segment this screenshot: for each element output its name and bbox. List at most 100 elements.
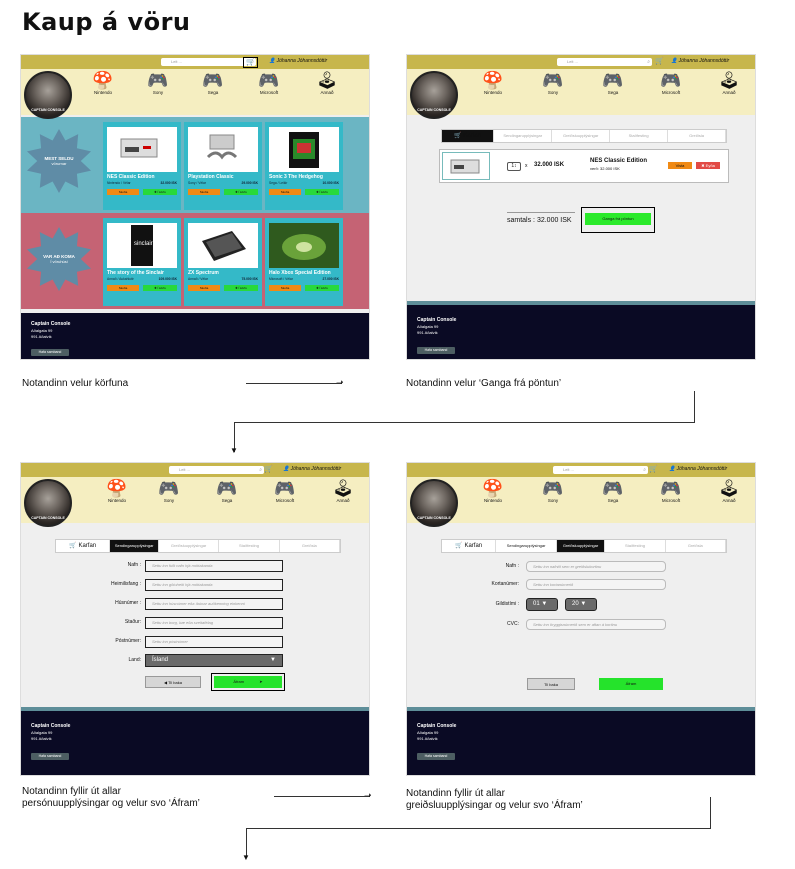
cardholder-name-field[interactable]: Settu inn nafnið sem er greiðslukortinu	[526, 561, 666, 572]
nav-annad[interactable]: 🕹 Annað	[707, 479, 751, 503]
product-card[interactable]: ZX Spectrum Annað / Vélar 75.000 ISK Sko…	[184, 218, 262, 306]
step-cart[interactable]: 🛒 Karfan	[442, 540, 497, 552]
user-menu[interactable]: 👤 Jóhanna Jóhannsdóttir	[283, 465, 341, 474]
add-to-cart-button[interactable]: ✚ Í körfu	[224, 285, 258, 291]
nav-microsoft[interactable]: 🎮 Microsoft	[247, 71, 291, 95]
add-to-cart-button[interactable]: ✚ Í körfu	[224, 189, 258, 195]
product-card[interactable]: Sonic 3 The Hedgehog Sega / Leikir 10.00…	[265, 122, 343, 210]
nav-label: Sony	[547, 90, 559, 95]
view-button[interactable]: Skoða	[107, 285, 139, 291]
product-card[interactable]: Halo Xbox Special Edition Microsoft / Vé…	[265, 218, 343, 306]
user-menu[interactable]: 👤 Jóhanna Jóhannsdóttir	[669, 465, 727, 474]
add-to-cart-button[interactable]: ✚ Í körfu	[143, 189, 177, 195]
nav-annad[interactable]: 🕹 Annað	[707, 71, 751, 95]
logo[interactable]: CAPTAIN CONSOLE	[24, 479, 72, 527]
step-pay[interactable]: Greiðsla	[668, 130, 726, 142]
step-confirm[interactable]: Staðfesting	[219, 540, 280, 552]
card-number-field[interactable]: Settu inn kortanúmerið	[526, 579, 666, 590]
step-cart[interactable]: 🛒 Karfan	[56, 540, 111, 552]
expiry-year-select[interactable]: 20 ▼	[565, 598, 597, 611]
step-confirm[interactable]: Staðfesting	[610, 130, 669, 142]
cart-button[interactable]: 🛒	[264, 465, 273, 474]
next-button[interactable]: Áfram ➤	[214, 676, 282, 688]
nav-microsoft[interactable]: 🎮 Microsoft	[263, 479, 307, 503]
step-confirm[interactable]: Staðfesting	[605, 540, 666, 552]
view-button[interactable]: Skoða	[269, 285, 301, 291]
nav-microsoft[interactable]: 🎮 Microsoft	[649, 71, 693, 95]
logo[interactable]: CAPTAIN CONSOLE	[410, 71, 458, 119]
nav-nintendo[interactable]: 🍄 Nintendo	[471, 71, 515, 95]
expiry-month-select[interactable]: 01 ▼	[526, 598, 558, 611]
step-payment[interactable]: Greiðsluupplýsingar	[552, 130, 611, 142]
add-to-cart-button[interactable]: ✚ Í körfu	[143, 285, 177, 291]
step-shipping[interactable]: Sendingarupplýsingar	[496, 540, 557, 552]
cart-button[interactable]: 🛒	[649, 465, 658, 474]
step-payment[interactable]: Greiðsluupplýsingar	[159, 540, 220, 552]
nav-sega[interactable]: 🎮 Sega	[205, 479, 249, 503]
step-pay[interactable]: Greiðsla	[666, 540, 726, 552]
contact-button[interactable]: Hafa samband	[31, 753, 69, 760]
search-input[interactable]: Leit ... ⌕	[557, 58, 652, 66]
nav-sony[interactable]: 🎮 Sony	[136, 71, 180, 95]
user-menu[interactable]: 👤 Jóhanna Jóhannsdóttir	[269, 57, 327, 66]
country-select[interactable]: Ísland ▼	[145, 654, 283, 667]
back-button[interactable]: ◀ Til baka	[145, 676, 201, 688]
step-cart[interactable]: 🛒 Karfan	[442, 130, 495, 142]
search-input[interactable]: Leit ... ⌕	[161, 58, 256, 66]
contact-button[interactable]: Hafa samband	[31, 349, 69, 356]
city-field[interactable]: Settu inn borg, bæ eða sveitafélag	[145, 617, 283, 629]
nav-sony[interactable]: 🎮 Sony	[531, 71, 575, 95]
logo[interactable]: CAPTAIN CONSOLE	[410, 479, 458, 527]
nav-annad[interactable]: 🕹 Annað	[305, 71, 349, 95]
cart-icon: 🛒	[264, 466, 273, 473]
next-button[interactable]: Áfram	[599, 678, 663, 690]
nav-sony[interactable]: 🎮 Sony	[147, 479, 191, 503]
nav-sega[interactable]: 🎮 Sega	[191, 71, 235, 95]
view-button[interactable]: Skoða	[269, 189, 301, 195]
nav-sony[interactable]: 🎮 Sony	[531, 479, 575, 503]
nav-nintendo[interactable]: 🍄 Nintendo	[81, 71, 125, 95]
address-field[interactable]: Settu inn götuheiti hjá móttakanda	[145, 579, 283, 591]
product-card[interactable]: sinclair The story of the Sinclair Annað…	[103, 218, 181, 306]
footer-band	[21, 707, 369, 711]
cart-button[interactable]: 🛒	[655, 57, 664, 66]
view-button[interactable]: Skoða	[188, 285, 220, 291]
name-field[interactable]: Settu inn fullt nafn hjá móttakanda	[145, 560, 283, 572]
remove-button[interactable]: ✖ Eyða	[696, 162, 720, 169]
search-input[interactable]: Leit ... ⌕	[553, 466, 648, 474]
checkout-button[interactable]: Ganga frá pöntun	[585, 213, 651, 225]
search-input[interactable]: Leit ... ⌕	[169, 466, 264, 474]
promo-row-bestsellers: MEST SELDU vörurnar NES Classic Edition N…	[21, 117, 369, 213]
total-divider	[507, 212, 575, 213]
product-card[interactable]: Playstation Classic Sony / Vélar 29.000 …	[184, 122, 262, 210]
save-button[interactable]: Vista	[668, 162, 692, 169]
nav-sega[interactable]: 🎮 Sega	[591, 479, 635, 503]
step-pay[interactable]: Greiðsla	[280, 540, 340, 552]
cart-button[interactable]: 🛒	[243, 57, 258, 68]
step-payment[interactable]: Greiðsluupplýsingar	[556, 540, 606, 552]
logo-text: CAPTAIN CONSOLE	[31, 516, 65, 520]
quantity-stepper[interactable]: 1↕	[507, 162, 521, 171]
user-menu[interactable]: 👤 Jóhanna Jóhannsdóttir	[671, 57, 729, 66]
nav-nintendo[interactable]: 🍄 Nintendo	[95, 479, 139, 503]
contact-button[interactable]: Hafa samband	[417, 347, 455, 354]
add-to-cart-button[interactable]: ✚ Í körfu	[305, 285, 339, 291]
cvc-field[interactable]: Settu inn öryggisnúmerið sem er aftan á …	[526, 619, 666, 630]
nav-sega[interactable]: 🎮 Sega	[591, 71, 635, 95]
nav-annad[interactable]: 🕹 Annað	[321, 479, 365, 503]
nav-microsoft[interactable]: 🎮 Microsoft	[649, 479, 693, 503]
footer-city: 991 Aðalvík	[31, 334, 52, 339]
step-shipping[interactable]: Sendingarupplýsingar	[494, 130, 553, 142]
back-button[interactable]: Til baka	[527, 678, 575, 690]
view-button[interactable]: Skoða	[188, 189, 220, 195]
add-to-cart-button[interactable]: ✚ Í körfu	[305, 189, 339, 195]
view-button[interactable]: Skoða	[107, 189, 139, 195]
product-card[interactable]: NES Classic Edition Nintendo / Vélar 32.…	[103, 122, 181, 210]
logo[interactable]: CAPTAIN CONSOLE	[24, 71, 72, 119]
address-label: Heimilisfang :	[110, 581, 141, 587]
postal-code-field[interactable]: Settu inn póstnúmer	[145, 636, 283, 648]
contact-button[interactable]: Hafa samband	[417, 753, 455, 760]
step-shipping[interactable]: Sendingarupplýsingar	[110, 540, 159, 552]
house-number-field[interactable]: Settu inn húsnúmer eða íbúnar auðkenning…	[145, 598, 283, 610]
nav-nintendo[interactable]: 🍄 Nintendo	[471, 479, 515, 503]
